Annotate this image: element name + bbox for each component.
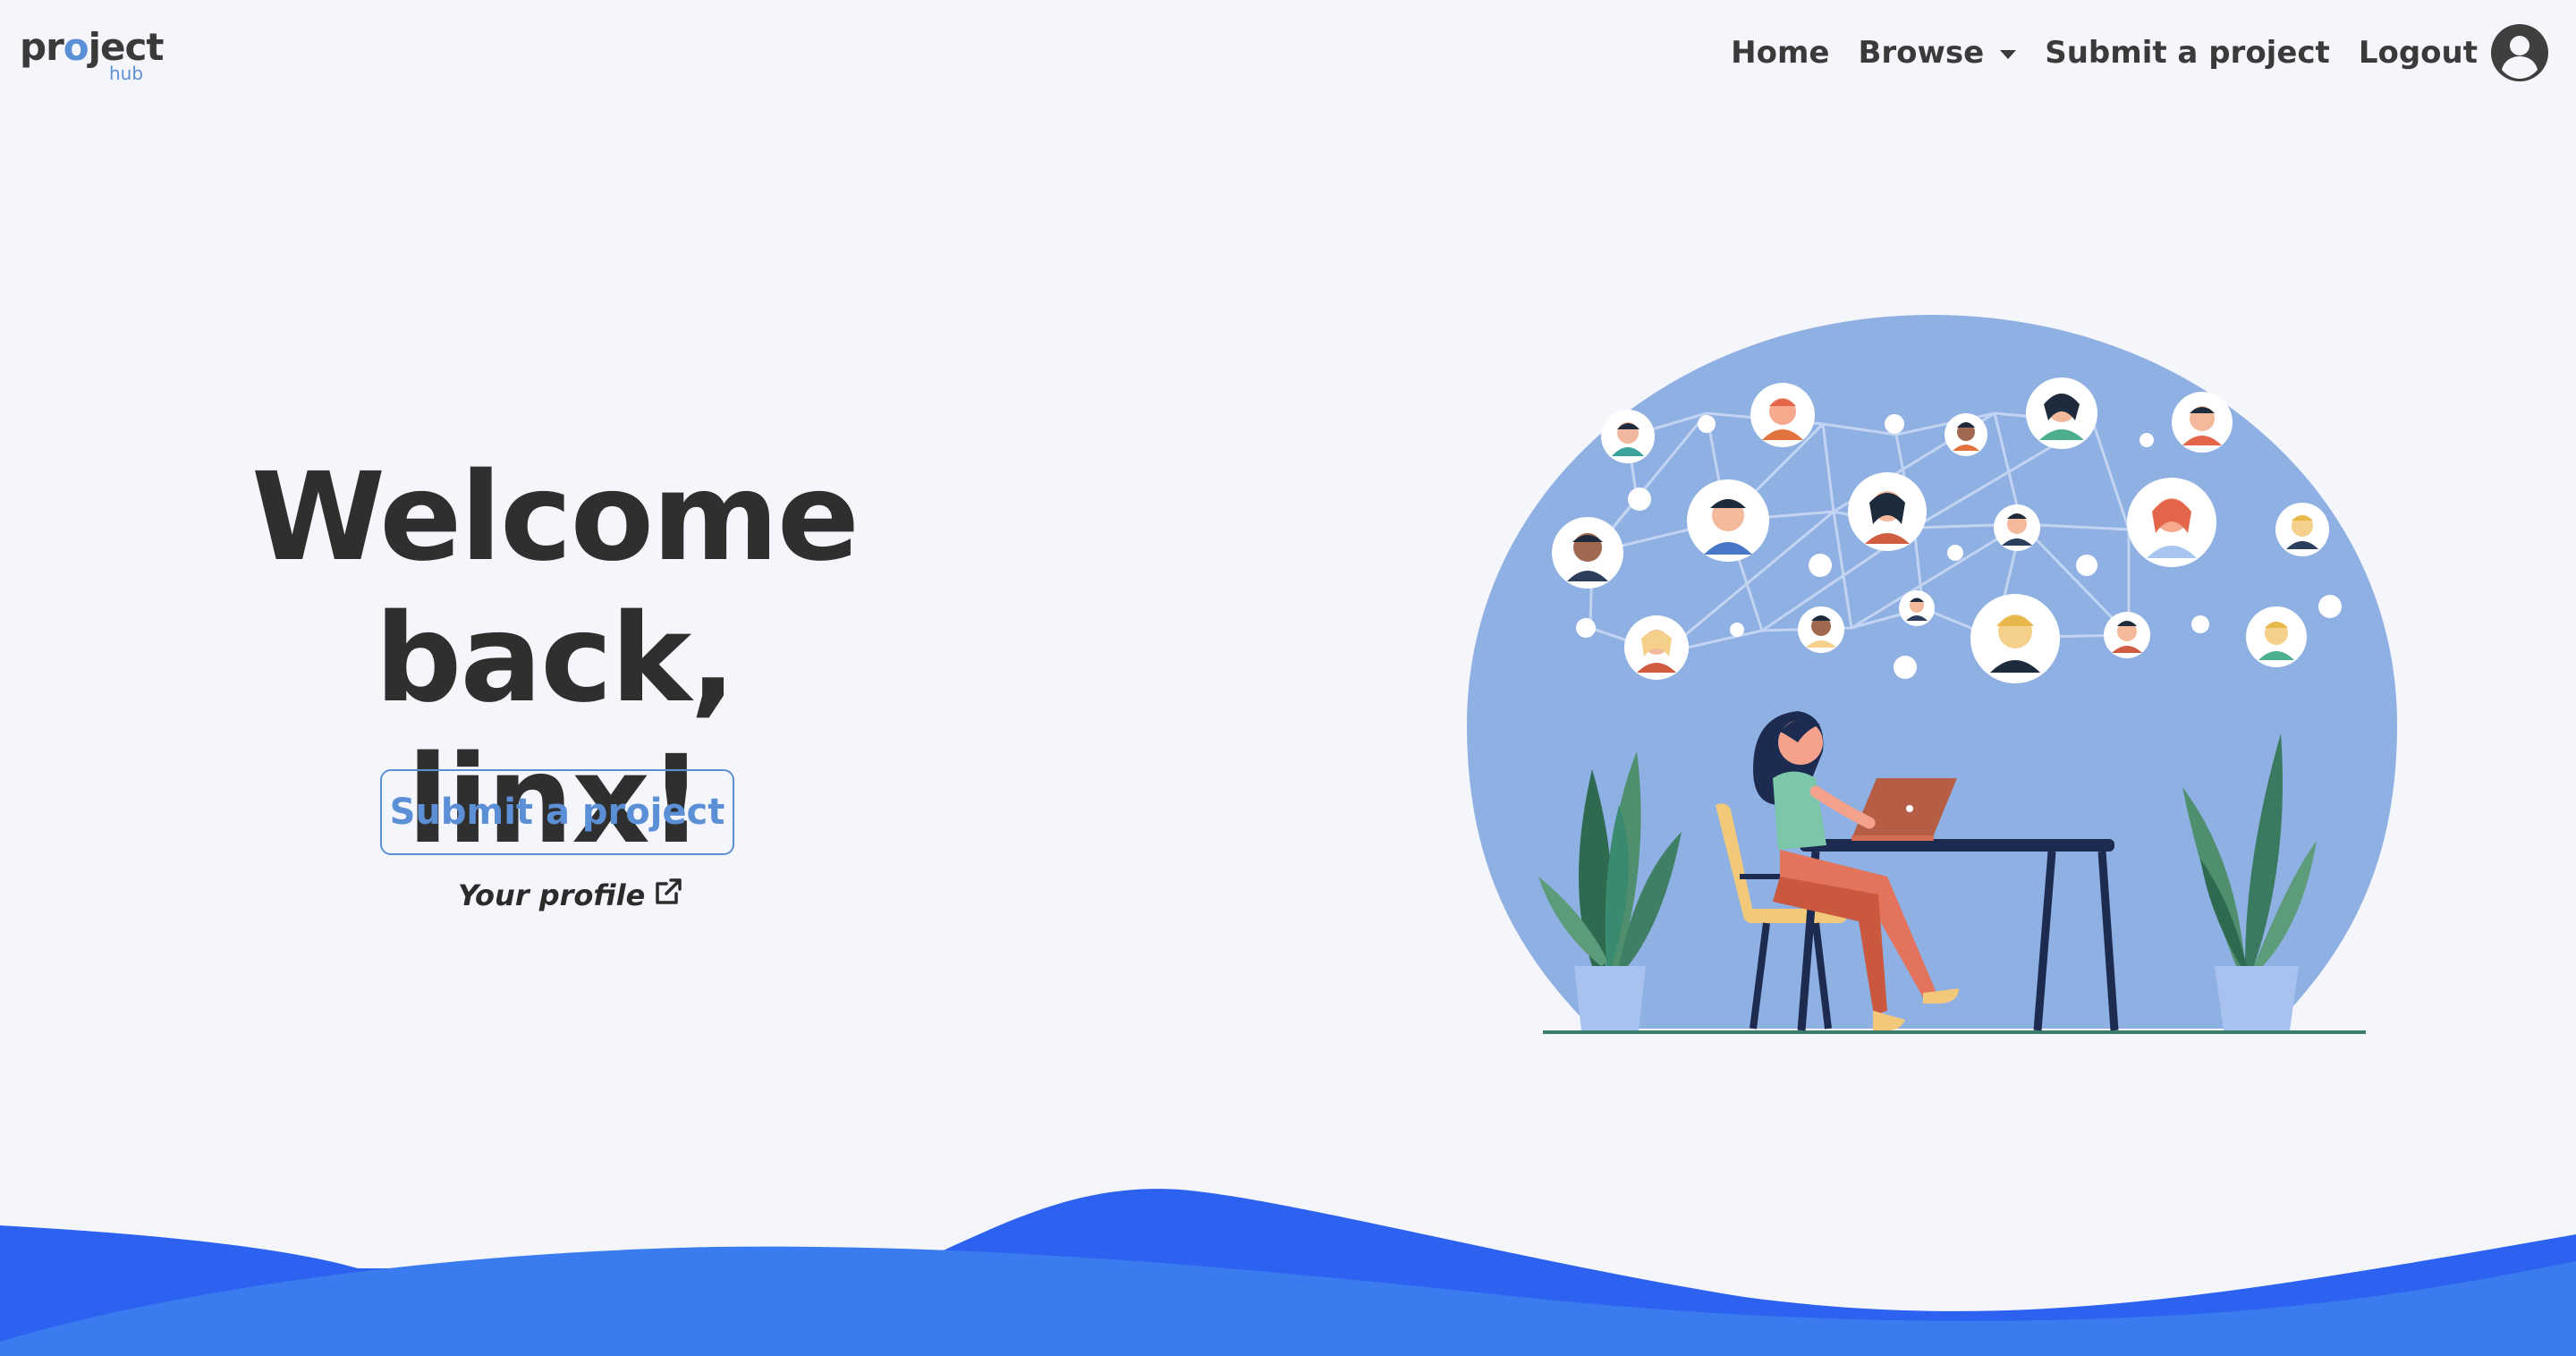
submit-project-button[interactable]: Submit a project <box>380 769 734 855</box>
navbar: project hub Home Browse Submit a project… <box>0 0 2576 104</box>
nav-browse-dropdown[interactable]: Browse <box>1858 30 2017 75</box>
nav-submit-project[interactable]: Submit a project <box>2045 30 2330 75</box>
decorative-waves <box>0 1163 2576 1356</box>
chevron-down-icon <box>2000 50 2017 59</box>
nav-links: Home Browse Submit a project Logout <box>1731 30 2478 75</box>
nav-home[interactable]: Home <box>1731 30 1829 75</box>
user-circle-icon[interactable] <box>2490 23 2549 82</box>
nav-browse-label: Browse <box>1858 35 1985 71</box>
logo-subtitle: hub <box>109 63 144 84</box>
welcome-heading-line1: Welcome back, <box>250 447 860 730</box>
community-illustration <box>1458 304 2406 1047</box>
logo[interactable]: project hub <box>20 25 164 84</box>
external-link-icon <box>652 876 684 915</box>
page: project hub Home Browse Submit a project… <box>0 0 2576 1356</box>
your-profile-label: Your profile <box>458 878 646 912</box>
your-profile-link[interactable]: Your profile <box>458 875 684 916</box>
nav-logout[interactable]: Logout <box>2359 30 2478 75</box>
